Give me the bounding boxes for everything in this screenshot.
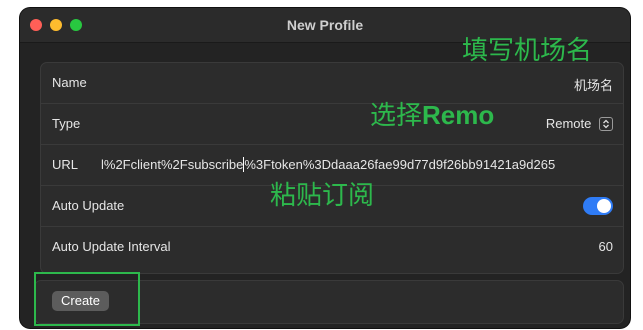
toggle-knob: [597, 199, 611, 213]
type-hint-bold: Remo: [422, 100, 495, 130]
name-field[interactable]: 机场名: [574, 75, 613, 94]
url-hint-annotation: 粘贴订阅: [270, 181, 375, 211]
url-label: URL: [52, 157, 79, 172]
profile-form: Name 机场名 Type Remote URL l%2Fclient%2Fsu…: [40, 62, 624, 274]
type-label: Type: [52, 116, 81, 131]
url-text-before-caret: l%2Fclient%2Fsubscribe: [101, 157, 244, 172]
footer-bar: Create: [34, 280, 624, 324]
auto-update-interval-row: Auto Update Interval 60: [41, 227, 623, 267]
window-title: New Profile: [286, 17, 364, 33]
type-row: Type Remote: [41, 104, 623, 145]
type-hint-prefix: 选择: [370, 101, 423, 131]
auto-update-label: Auto Update: [52, 198, 125, 213]
auto-update-toggle[interactable]: [583, 197, 613, 215]
type-select-value: Remote: [545, 116, 592, 131]
chevron-up-down-icon: [599, 117, 613, 131]
create-button[interactable]: Create: [52, 291, 110, 311]
auto-update-interval-label: Auto Update Interval: [52, 239, 171, 254]
url-text-after-caret: %3Ftoken%3Ddaaa26fae99d77d9f26bb91421a9d…: [244, 157, 556, 172]
name-row: Name 机场名: [41, 63, 623, 104]
name-label: Name: [52, 75, 87, 90]
url-row: URL l%2Fclient%2Fsubscribe%3Ftoken%3Ddaa…: [41, 145, 623, 186]
name-hint-annotation: 填写机场名: [462, 36, 593, 66]
auto-update-interval-field[interactable]: 60: [599, 239, 613, 254]
url-field[interactable]: l%2Fclient%2Fsubscribe%3Ftoken%3Ddaaa26f…: [101, 157, 615, 172]
type-select[interactable]: Remote: [546, 116, 613, 131]
type-hint-annotation: 选择Remo: [370, 102, 494, 129]
